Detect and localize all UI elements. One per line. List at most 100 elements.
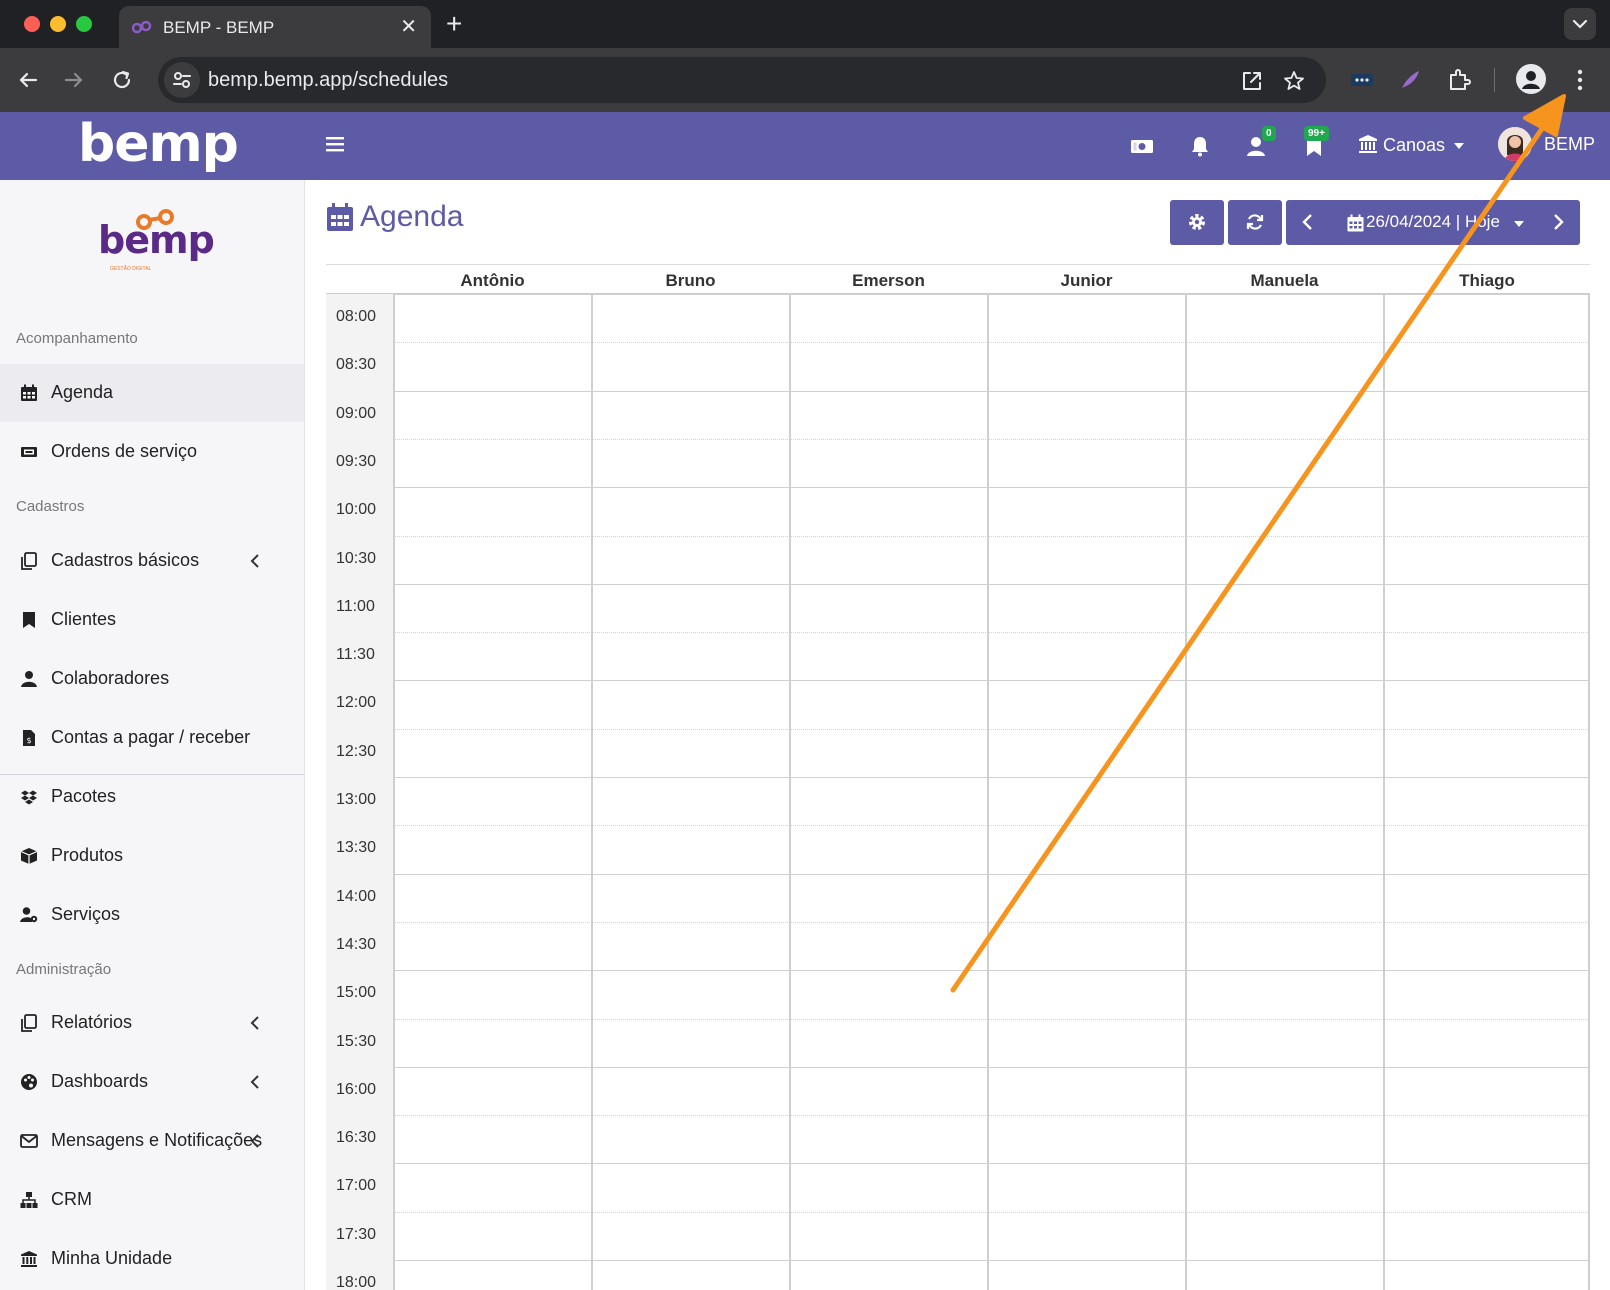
refresh-icon <box>1246 214 1264 230</box>
sidebar-item-label: Clientes <box>51 609 117 629</box>
browser-tab[interactable]: BEMP - BEMP ✕ <box>119 6 431 48</box>
chevron-left-icon <box>250 1016 259 1030</box>
user-name[interactable]: BEMP <box>1544 134 1595 155</box>
tab-close-icon[interactable]: ✕ <box>400 14 417 39</box>
sidebar-item-dashboards[interactable]: Dashboards <box>0 1053 304 1111</box>
user-cog-icon <box>20 907 38 923</box>
sidebar-item-label: Pacotes <box>51 786 117 806</box>
palette-icon <box>21 1074 37 1090</box>
sidebar-item-minha-unidade[interactable]: Minha Unidade <box>0 1230 304 1288</box>
unit-selector[interactable]: Canoas <box>1358 134 1465 156</box>
bookmark-icon <box>23 612 35 628</box>
url-text[interactable]: bemp.bemp.app/schedules <box>208 69 448 92</box>
column-header-antonio: Antônio <box>460 271 525 290</box>
column-divider <box>393 294 395 1290</box>
time-slot-label: 14:30 <box>336 935 377 953</box>
dropbox-icon <box>21 790 37 805</box>
sidebar: bemp GESTÃO DIGITAL Acompanhamento Agend… <box>0 180 305 1290</box>
extensions-puzzle-icon[interactable] <box>1446 66 1474 94</box>
sidebar-item-label: Contas a pagar / receber <box>51 727 251 747</box>
window-minimize-button[interactable] <box>50 16 66 32</box>
invoice-icon: $ <box>23 730 35 746</box>
sidebar-item-label: Produtos <box>51 845 124 865</box>
sidebar-item-produtos[interactable]: Produtos <box>0 827 304 885</box>
sidebar-item-label: Colaboradores <box>51 668 170 688</box>
window-close-button[interactable] <box>24 16 40 32</box>
time-slot-label: 09:30 <box>336 452 377 470</box>
tab-title: BEMP - BEMP <box>163 18 275 37</box>
sidebar-item-label: Serviços <box>51 904 121 924</box>
half-hour-row-line <box>394 921 1590 923</box>
sidebar-item-pacotes[interactable]: Pacotes <box>0 768 304 826</box>
sidebar-item-clientes[interactable]: Clientes <box>0 591 304 649</box>
sidebar-item-colaboradores[interactable]: Colaboradores <box>0 650 304 708</box>
browser-toolbar: bemp.bemp.app/schedules <box>0 48 1610 112</box>
hour-row-line <box>394 1066 1590 1068</box>
sidebar-item-label: Relatórios <box>51 1012 133 1032</box>
time-slot-label: 17:30 <box>336 1225 377 1243</box>
tab-search-button[interactable] <box>1564 8 1596 40</box>
sidebar-item-servicos[interactable]: Serviços <box>0 886 304 944</box>
page-title: Agenda <box>360 200 464 233</box>
refresh-button[interactable] <box>1228 200 1282 245</box>
sidebar-item-ordens-de-servico[interactable]: Ordens de serviço <box>0 423 304 481</box>
address-bar[interactable]: bemp.bemp.app/schedules <box>158 57 1326 103</box>
cash-icon[interactable] <box>1130 134 1154 158</box>
hour-row-line <box>394 294 1590 295</box>
settings-button[interactable] <box>1170 200 1224 245</box>
time-slot-label: 16:30 <box>336 1129 377 1147</box>
menu-toggle-icon[interactable] <box>326 136 344 152</box>
gear-icon <box>1189 214 1205 230</box>
sidebar-item-mensagens[interactable]: Mensagens e Notificações <box>0 1112 304 1170</box>
unit-name: Canoas <box>1383 135 1446 155</box>
sidebar-item-cadastros-basicos[interactable]: Cadastros básicos <box>0 532 304 590</box>
sidebar-item-label: Cadastros básicos <box>51 550 200 570</box>
time-slot-label: 12:00 <box>336 694 377 712</box>
bookmark-star-icon[interactable] <box>1282 69 1306 93</box>
sidebar-item-label: Dashboards <box>51 1071 149 1091</box>
notifications-bell-icon[interactable] <box>1188 134 1212 158</box>
window-maximize-button[interactable] <box>76 16 92 32</box>
sidebar-item-agenda[interactable]: Agenda <box>0 364 304 422</box>
reload-icon[interactable] <box>108 66 136 94</box>
profile-button[interactable] <box>1516 64 1546 94</box>
browser-menu-icon[interactable] <box>1574 66 1586 94</box>
half-hour-row-line <box>394 728 1590 730</box>
time-slot-label: 10:30 <box>336 549 377 567</box>
open-external-icon[interactable] <box>1240 69 1264 93</box>
hour-row-line <box>394 1163 1590 1165</box>
calendar-icon <box>327 203 353 231</box>
sidebar-item-label: Minha Unidade <box>51 1248 173 1268</box>
previous-day-icon[interactable] <box>1298 212 1318 232</box>
user-avatar[interactable] <box>1498 127 1532 161</box>
time-slot-label: 16:00 <box>336 1080 377 1098</box>
hour-row-line <box>394 777 1590 778</box>
toolbar-divider <box>1494 68 1495 92</box>
column-divider <box>1383 294 1385 1290</box>
next-day-icon[interactable] <box>1548 212 1568 232</box>
sidebar-item-crm[interactable]: CRM <box>0 1171 304 1229</box>
hour-row-line <box>394 680 1590 682</box>
brand-logo[interactable]: bemp <box>78 114 239 174</box>
sidebar-item-relatorios[interactable]: Relatórios <box>0 994 304 1052</box>
column-divider <box>789 294 791 1290</box>
caret-down-icon <box>1454 143 1465 150</box>
column-divider <box>591 294 593 1290</box>
forward-icon[interactable] <box>60 66 88 94</box>
sidebar-item-label: Mensagens e Notificações <box>51 1130 263 1150</box>
hour-row-line <box>394 487 1590 489</box>
chevron-down-icon <box>1572 19 1588 29</box>
sidebar-item-contas[interactable]: $ Contas a pagar / receber <box>0 709 304 767</box>
time-slot-label: 13:30 <box>336 839 377 857</box>
feather-extension-icon[interactable] <box>1396 66 1424 94</box>
cube-icon <box>20 848 38 864</box>
site-info-button[interactable] <box>164 62 200 98</box>
new-tab-button[interactable]: + <box>446 8 462 40</box>
current-date: 26/04/2024 | Hoje <box>1366 212 1500 231</box>
envelope-icon <box>20 1134 38 1148</box>
back-icon[interactable] <box>14 66 42 94</box>
time-slot-label: 12:30 <box>336 742 377 760</box>
half-hour-row-line <box>394 1211 1590 1213</box>
column-header-manuela: Manuela <box>1250 271 1319 290</box>
password-extension-icon[interactable] <box>1348 66 1376 94</box>
